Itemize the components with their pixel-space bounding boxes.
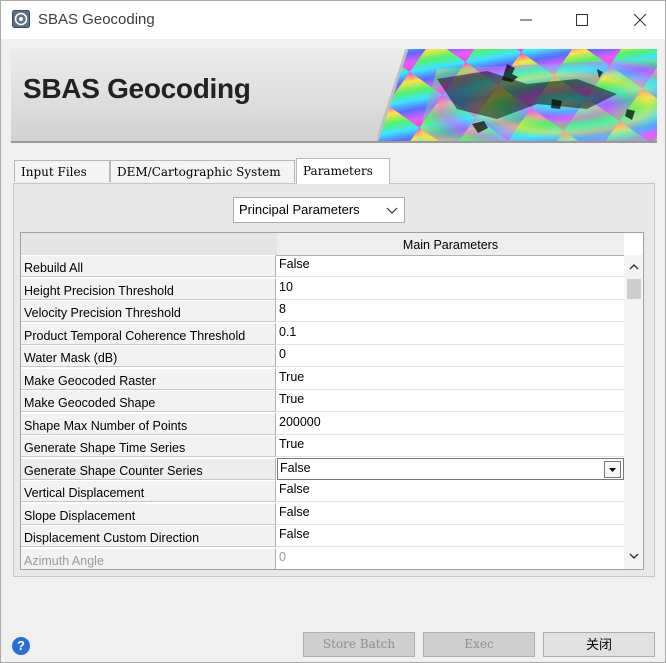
close-icon	[634, 14, 646, 26]
row-label: Product Temporal Coherence Threshold	[21, 323, 276, 345]
row-value[interactable]: 10	[277, 278, 624, 300]
row-value[interactable]: False	[277, 480, 624, 502]
maximize-button[interactable]	[559, 4, 605, 36]
exec-button[interactable]: Exec	[423, 632, 535, 657]
tab-dem-cartographic-system[interactable]: DEM/Cartographic System	[110, 160, 295, 182]
row-value[interactable]: True	[277, 435, 624, 457]
row-value: False	[280, 461, 311, 475]
table-row: Product Temporal Coherence Threshold 0.1	[21, 323, 624, 345]
store-batch-button[interactable]: Store Batch	[303, 632, 415, 657]
table-row: Shape Max Number of Points 200000	[21, 413, 624, 435]
row-label: Height Precision Threshold	[21, 278, 276, 300]
row-label: Water Mask (dB)	[21, 345, 276, 367]
maximize-icon	[576, 14, 588, 26]
scrollbar-thumb[interactable]	[627, 279, 641, 299]
table-row: Displacement Custom Direction False	[21, 525, 624, 547]
column-header-main-parameters: Main Parameters	[277, 233, 624, 256]
app-icon	[12, 10, 30, 28]
table-row: Vertical Displacement False	[21, 480, 624, 502]
window-title: SBAS Geocoding	[38, 11, 155, 28]
row-value[interactable]: 0.1	[277, 323, 624, 345]
table-row: Height Precision Threshold 10	[21, 278, 624, 300]
table-row: Rebuild All False	[21, 255, 624, 277]
table-row-selected: Generate Shape Counter Series False	[21, 458, 624, 480]
vertical-scrollbar[interactable]	[624, 255, 643, 569]
row-label: Velocity Precision Threshold	[21, 300, 276, 322]
row-label: Shape Max Number of Points	[21, 413, 276, 435]
row-label: Rebuild All	[21, 255, 276, 277]
parameters-table: Main Parameters Rebuild All False Height…	[20, 232, 644, 570]
parameter-group-select[interactable]: Principal Parameters	[233, 197, 405, 223]
banner-title: SBAS Geocoding	[23, 73, 251, 104]
header-banner: SBAS Geocoding	[11, 49, 657, 143]
row-value[interactable]: False	[277, 503, 624, 525]
row-value[interactable]: 8	[277, 300, 624, 322]
sbas-geocoding-window: SBAS Geocoding SBAS Geocoding Input File…	[0, 0, 666, 663]
row-label: Azimuth Angle	[21, 548, 276, 569]
table-row: Water Mask (dB) 0	[21, 345, 624, 367]
table-row: Velocity Precision Threshold 8	[21, 300, 624, 322]
minimize-button[interactable]	[503, 4, 549, 36]
value-dropdown-button[interactable]	[604, 461, 621, 478]
row-label: Make Geocoded Shape	[21, 390, 276, 412]
row-value[interactable]: 0	[277, 345, 624, 367]
row-label: Make Geocoded Raster	[21, 368, 276, 390]
scroll-down-icon[interactable]	[628, 550, 640, 562]
close-window-button[interactable]	[617, 4, 663, 36]
minimize-icon	[520, 19, 532, 21]
table-corner-header	[21, 233, 278, 256]
tab-parameters[interactable]: Parameters	[296, 158, 390, 184]
row-value[interactable]: 200000	[277, 413, 624, 435]
row-value-editor[interactable]: False	[277, 458, 624, 480]
row-value[interactable]: True	[277, 368, 624, 390]
row-value: 0	[277, 548, 624, 569]
caret-down-icon	[609, 468, 616, 472]
title-bar: SBAS Geocoding	[1, 1, 665, 39]
parameter-group-selected: Principal Parameters	[239, 202, 360, 217]
chevron-down-icon	[386, 207, 398, 214]
table-row: Generate Shape Time Series True	[21, 435, 624, 457]
help-icon[interactable]: ?	[12, 637, 30, 655]
row-label: Generate Shape Counter Series	[21, 458, 276, 480]
table-row: Slope Displacement False	[21, 503, 624, 525]
table-row-disabled: Azimuth Angle 0	[21, 548, 624, 569]
close-button[interactable]: 关闭	[543, 632, 655, 657]
tab-input-files[interactable]: Input Files	[14, 160, 110, 182]
row-value[interactable]: False	[277, 525, 624, 547]
table-row: Make Geocoded Raster True	[21, 368, 624, 390]
table-row: Make Geocoded Shape True	[21, 390, 624, 412]
row-value[interactable]: True	[277, 390, 624, 412]
scroll-up-icon[interactable]	[628, 261, 640, 273]
row-label: Generate Shape Time Series	[21, 435, 276, 457]
row-label: Vertical Displacement	[21, 480, 276, 502]
row-label: Slope Displacement	[21, 503, 276, 525]
row-label: Displacement Custom Direction	[21, 525, 276, 547]
interferogram-image	[377, 49, 657, 141]
row-value[interactable]: False	[277, 255, 624, 277]
